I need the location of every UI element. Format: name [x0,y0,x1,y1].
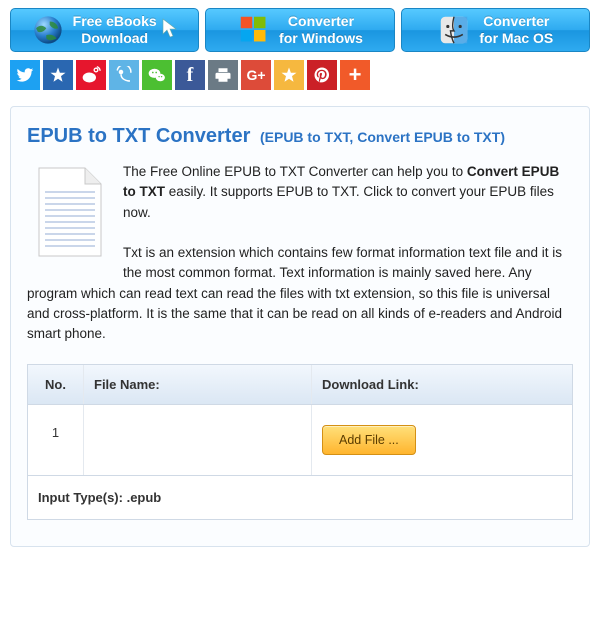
globe-icon [31,13,65,47]
table-row: 1 Add File ... [28,405,572,475]
file-table: No. File Name: Download Link: 1 Add File… [27,364,573,520]
cell-download: Add File ... [312,405,572,475]
button-label: Free eBooksDownload [73,13,157,47]
col-filename-header: File Name: [84,365,312,404]
pinterest-icon[interactable] [307,60,337,90]
text-file-icon [31,164,109,260]
page-title-row: EPUB to TXT Converter (EPUB to TXT, Conv… [27,125,573,148]
top-buttons-row: Free eBooksDownload Converterfor Windows… [0,0,600,58]
table-footer: Input Type(s): .epub [28,475,572,519]
col-download-header: Download Link: [312,365,572,404]
windows-icon [237,13,271,47]
macos-finder-icon [437,13,471,47]
weibo-icon[interactable] [76,60,106,90]
button-label: Converterfor Windows [279,13,363,47]
page-title: EPUB to TXT Converter [27,125,250,147]
add-file-button[interactable]: Add File ... [322,425,416,455]
googleplus-icon[interactable]: G+ [241,60,271,90]
cell-no: 1 [28,405,84,475]
facebook-icon[interactable]: f [175,60,205,90]
more-share-icon[interactable]: + [340,60,370,90]
intro-text: The Free Online EPUB to TXT Converter ca… [27,162,573,344]
share-bar: f G+ + [0,58,600,100]
page-subtitle: (EPUB to TXT, Convert EPUB to TXT) [260,129,505,145]
print-icon[interactable] [208,60,238,90]
tencent-weibo-icon[interactable] [109,60,139,90]
button-label: Converterfor Mac OS [479,13,553,47]
wechat-icon[interactable] [142,60,172,90]
converter-windows-button[interactable]: Converterfor Windows [205,8,394,52]
converter-macos-button[interactable]: Converterfor Mac OS [401,8,590,52]
twitter-icon[interactable] [10,60,40,90]
table-header-row: No. File Name: Download Link: [28,365,572,405]
free-ebooks-download-button[interactable]: Free eBooksDownload [10,8,199,52]
qzone-star-icon[interactable] [43,60,73,90]
content-panel: EPUB to TXT Converter (EPUB to TXT, Conv… [10,106,590,547]
star-icon[interactable] [274,60,304,90]
cell-filename [84,405,312,475]
cursor-icon [161,17,179,43]
col-no-header: No. [28,365,84,404]
